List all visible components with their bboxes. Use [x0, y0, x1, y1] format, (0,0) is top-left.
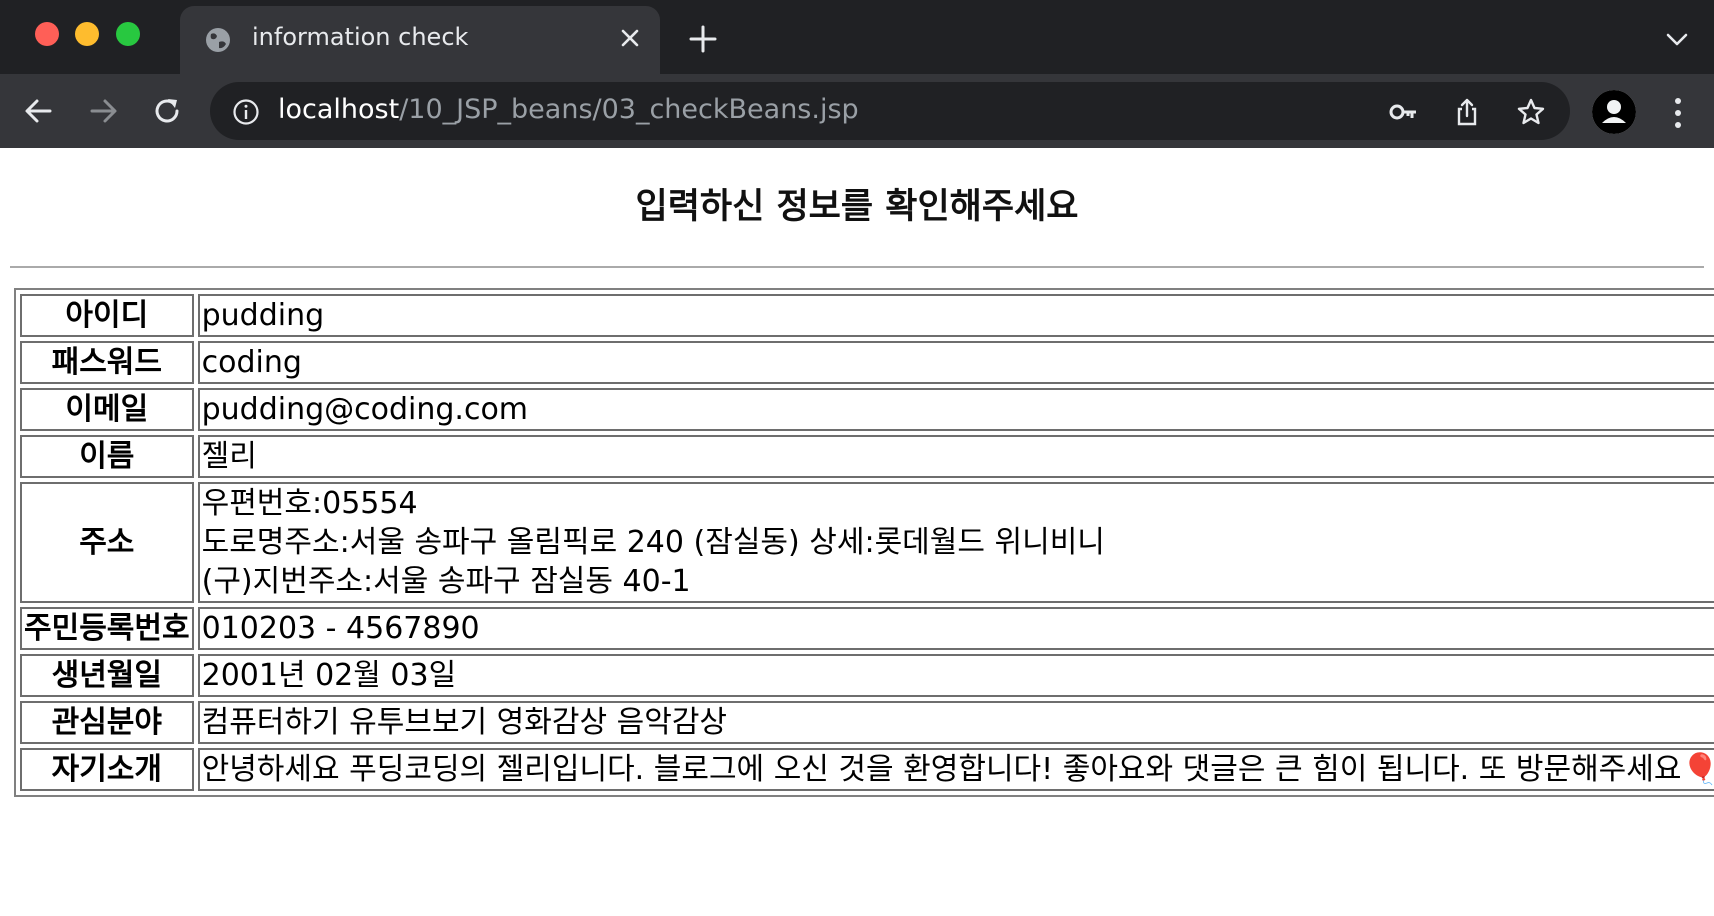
- star-icon[interactable]: [1516, 97, 1546, 127]
- url-path: /10_JSP_beans/03_checkBeans.jsp: [399, 94, 859, 125]
- table-row: 주소 우편번호:05554 도로명주소:서울 송파구 올림픽로 240 (잠실동…: [20, 482, 1714, 603]
- table-row: 주민등록번호 010203 - 4567890: [20, 607, 1714, 650]
- close-icon[interactable]: [618, 26, 642, 50]
- window-maximize-button[interactable]: [116, 22, 140, 46]
- table-row: 아이디 pudding: [20, 294, 1714, 337]
- page-title: 입력하신 정보를 확인해주세요: [635, 187, 1079, 227]
- row-value-birthdate: 2001년 02월 03일: [197, 654, 1714, 697]
- row-value-email: pudding@coding.com: [197, 388, 1714, 431]
- row-label-introduction: 자기소개: [20, 748, 194, 791]
- info-icon[interactable]: [232, 98, 260, 126]
- table-row: 생년월일 2001년 02월 03일: [20, 654, 1714, 697]
- row-label-password: 패스워드: [20, 341, 194, 384]
- reload-icon[interactable]: [150, 94, 184, 128]
- person-icon: [1592, 90, 1636, 134]
- window-minimize-button[interactable]: [75, 22, 99, 46]
- profile-avatar[interactable]: [1592, 90, 1636, 134]
- row-label-name: 이름: [20, 435, 194, 478]
- tab-strip: information check: [0, 0, 1714, 74]
- tab-title: information check: [252, 23, 469, 51]
- plus-icon[interactable]: [688, 24, 718, 54]
- window-close-button[interactable]: [35, 22, 59, 46]
- row-label-email: 이메일: [20, 388, 194, 431]
- more-options-icon[interactable]: [1668, 95, 1688, 131]
- table-row: 관심분야 컴퓨터하기 유투브보기 영화감상 음악감상: [20, 701, 1714, 744]
- browser-tab[interactable]: information check: [180, 6, 660, 74]
- share-icon[interactable]: [1452, 97, 1482, 127]
- table-row: 이름 젤리: [20, 435, 1714, 478]
- info-table: 아이디 pudding 패스워드 coding 이메일 pudding@codi…: [14, 288, 1714, 797]
- row-label-interests: 관심분야: [20, 701, 194, 744]
- row-value-resident-number: 010203 - 4567890: [197, 607, 1714, 650]
- table-row: 패스워드 coding: [20, 341, 1714, 384]
- row-label-address: 주소: [20, 482, 194, 603]
- row-label-resident-number: 주민등록번호: [20, 607, 194, 650]
- address-postcode: 우편번호:05554: [201, 486, 418, 521]
- row-value-id: pudding: [197, 294, 1714, 337]
- address-bar[interactable]: localhost/10_JSP_beans/03_checkBeans.jsp: [210, 82, 1570, 140]
- row-label-birthdate: 생년월일: [20, 654, 194, 697]
- row-value-name: 젤리: [197, 435, 1714, 478]
- key-icon[interactable]: [1388, 97, 1418, 127]
- address-road: 도로명주소:서울 송파구 올림픽로 240 (잠실동) 상세:롯데월드 위니비니: [201, 525, 1105, 560]
- browser-chrome: information check localhost/10_JSP_beans…: [0, 0, 1714, 148]
- url-host: localhost: [278, 94, 400, 125]
- url-text[interactable]: localhost/10_JSP_beans/03_checkBeans.jsp: [278, 94, 859, 125]
- row-value-address: 우편번호:05554 도로명주소:서울 송파구 올림픽로 240 (잠실동) 상…: [197, 482, 1714, 603]
- table-row: 이메일 pudding@coding.com: [20, 388, 1714, 431]
- page-content: 입력하신 정보를 확인해주세요 아이디 pudding 패스워드 coding …: [0, 148, 1714, 916]
- row-value-interests: 컴퓨터하기 유투브보기 영화감상 음악감상: [197, 701, 1714, 744]
- globe-icon: [206, 28, 230, 52]
- address-jibun: (구)지번주소:서울 송파구 잠실동 40-1: [201, 564, 691, 599]
- table-row: 자기소개 안녕하세요 푸딩코딩의 젤리입니다. 블로그에 오신 것을 환영합니다…: [20, 748, 1714, 791]
- horizontal-rule: [10, 266, 1704, 268]
- row-label-id: 아이디: [20, 294, 194, 337]
- row-value-introduction: 안녕하세요 푸딩코딩의 젤리입니다. 블로그에 오신 것을 환영합니다! 좋아요…: [197, 748, 1714, 791]
- row-value-password: coding: [197, 341, 1714, 384]
- chevron-down-icon[interactable]: [1664, 28, 1690, 50]
- back-arrow-icon[interactable]: [22, 94, 56, 128]
- forward-arrow-icon[interactable]: [86, 94, 120, 128]
